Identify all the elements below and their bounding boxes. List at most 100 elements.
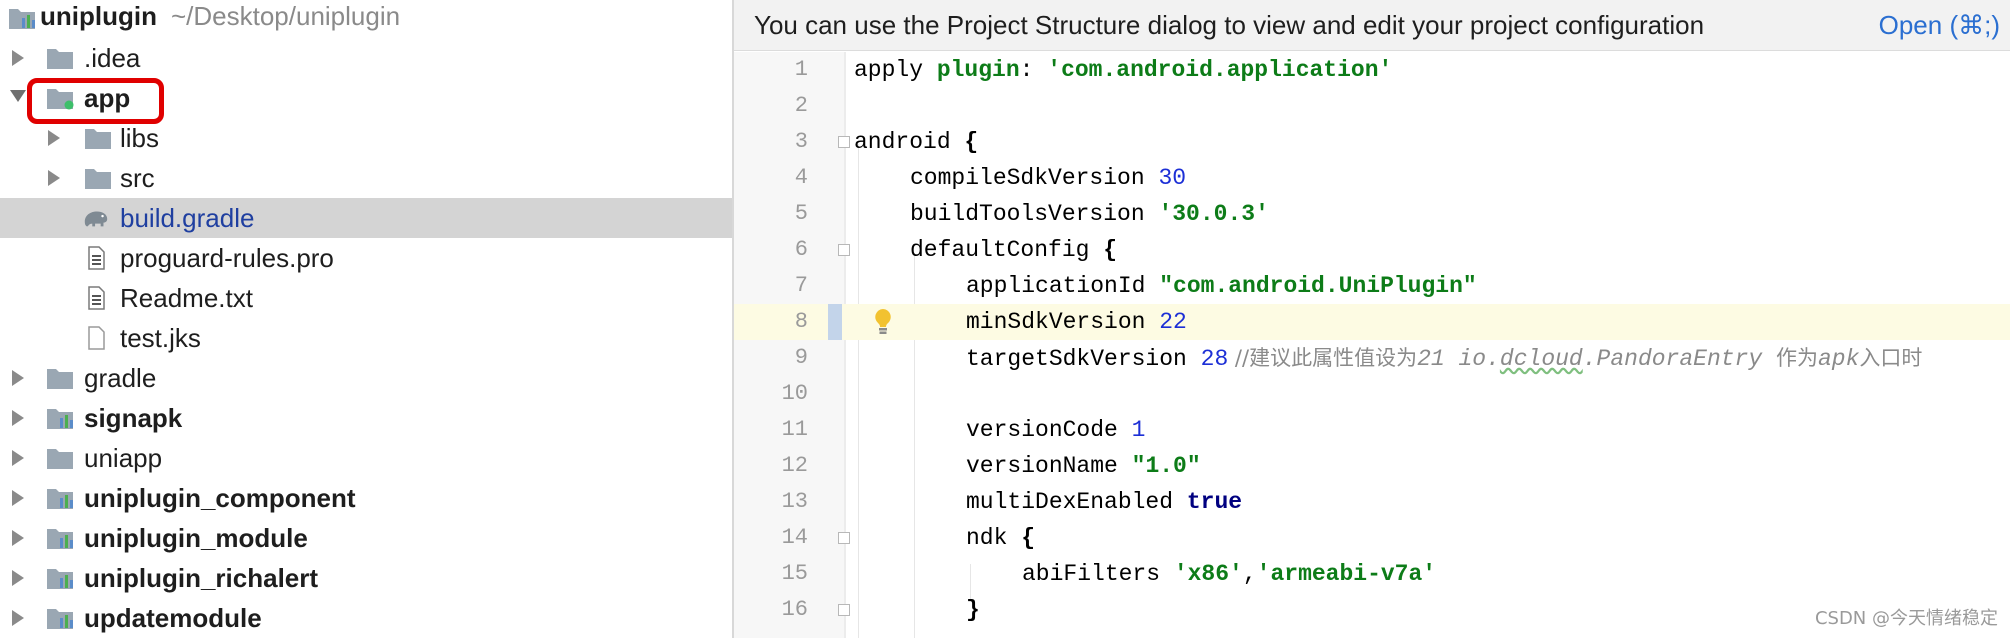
comment-token: 21 io.: [1417, 346, 1500, 372]
watermark-text: CSDN @今天情绪稳定: [1814, 608, 1998, 629]
code-text: multiDexEnabled true: [966, 484, 1242, 520]
code-line-14: 14 ndk {: [0, 520, 2010, 556]
code-text: targetSdkVersion 28 //建议此属性值设为21 io.dclo…: [966, 340, 1922, 377]
token: {: [1021, 525, 1036, 551]
line-number: 2: [794, 93, 808, 118]
token: "1.0": [1131, 453, 1201, 479]
token: compileSdkVersion: [910, 165, 1159, 191]
code-line-6: 6 defaultConfig {: [0, 232, 2010, 268]
token: 'armeabi-v7a': [1256, 561, 1437, 587]
code-text: applicationId "com.android.UniPlugin": [966, 268, 1477, 304]
token: :: [1019, 57, 1048, 83]
token: "com.android.UniPlugin": [1159, 273, 1477, 299]
code-text: }: [966, 592, 980, 628]
comment-token: apk: [1817, 346, 1860, 372]
code-text: abiFilters 'x86','armeabi-v7a': [1022, 556, 1436, 592]
line-number: 15: [781, 561, 808, 586]
code-line-13: 13 multiDexEnabled true: [0, 484, 2010, 520]
banner-text: You can use the Project Structure dialog…: [754, 10, 1705, 40]
code-text: buildToolsVersion '30.0.3': [910, 196, 1269, 232]
token: 1: [1131, 417, 1146, 443]
token: android: [854, 129, 965, 155]
code-line-11: 11 versionCode 1: [0, 412, 2010, 448]
line-number: 11: [781, 417, 808, 442]
token: 'com.android.application': [1047, 57, 1393, 83]
token: 22: [1159, 309, 1187, 335]
code-line-7: 7 applicationId "com.android.UniPlugin": [0, 268, 2010, 304]
code-text: defaultConfig {: [910, 232, 1117, 268]
open-project-structure-link[interactable]: Open (⌘;): [1879, 10, 2000, 40]
code-text: compileSdkVersion 30: [910, 160, 1186, 196]
code-text: minSdkVersion 22: [966, 304, 1187, 340]
root-name: uniplugin: [40, 1, 157, 31]
current-line-highlight: [734, 304, 2010, 340]
token: multiDexEnabled: [966, 489, 1187, 515]
fold-toggle-icon[interactable]: [838, 136, 850, 148]
token: defaultConfig: [910, 237, 1104, 263]
code-line-2: 2: [0, 88, 2010, 124]
line-number: 16: [781, 597, 808, 622]
line-number: 13: [781, 489, 808, 514]
token: {: [964, 129, 979, 155]
comment-token: dcloud: [1499, 346, 1583, 372]
code-line-8: 8 minSdkVersion 22: [0, 304, 2010, 340]
token: versionCode: [966, 417, 1132, 443]
token: ndk: [966, 525, 1022, 551]
token: '30.0.3': [1158, 201, 1269, 227]
code-line-3: 3 android {: [0, 124, 2010, 160]
code-line-12: 12 versionName "1.0": [0, 448, 2010, 484]
code-line-4: 4 compileSdkVersion 30: [0, 160, 2010, 196]
token: minSdkVersion: [966, 309, 1160, 335]
line-number: 4: [794, 165, 808, 190]
line-number: 6: [794, 237, 808, 262]
token: versionName: [966, 453, 1132, 479]
line-number: 3: [794, 129, 808, 154]
token: 30: [1158, 165, 1187, 191]
fold-toggle-icon[interactable]: [838, 532, 850, 544]
comment-token: 入口时: [1859, 346, 1923, 370]
line-number: 14: [781, 525, 808, 550]
line-number: 7: [794, 273, 808, 298]
code-text: ndk {: [966, 520, 1035, 556]
code-line-9: 9 targetSdkVersion 28 //建议此属性值设为21 io.dc…: [0, 340, 2010, 376]
code-line-16: 16 }: [0, 592, 2010, 628]
line-number: 5: [794, 201, 808, 226]
token: targetSdkVersion: [966, 346, 1201, 372]
code-line-1: 1 apply plugin: 'com.android.application…: [0, 52, 2010, 88]
comment-token: 作为: [1775, 346, 1818, 370]
token: true: [1186, 489, 1243, 515]
code-line-5: 5 buildToolsVersion '30.0.3': [0, 196, 2010, 232]
token: applicationId: [966, 273, 1160, 299]
intention-bulb-icon[interactable]: [872, 307, 894, 337]
change-marker[interactable]: [828, 304, 842, 340]
tree-row-root[interactable]: uniplugin ~/Desktop/uniplugin: [0, 0, 732, 40]
code-text: versionCode 1: [966, 412, 1145, 448]
root-path: ~/Desktop/uniplugin: [170, 1, 401, 31]
token: }: [966, 597, 980, 623]
line-number: 9: [794, 345, 808, 370]
fold-toggle-icon[interactable]: [838, 244, 850, 256]
token: 28: [1200, 346, 1229, 372]
token: 'x86': [1173, 561, 1243, 587]
line-number: 8: [794, 309, 808, 334]
token: {: [1103, 237, 1118, 263]
code-text: android {: [854, 124, 978, 160]
code-text: apply plugin: 'com.android.application': [854, 52, 1392, 88]
notification-banner: You can use the Project Structure dialog…: [734, 0, 2010, 51]
token: abiFilters: [1022, 561, 1174, 587]
code-text: versionName "1.0": [966, 448, 1201, 484]
comment-token: //建议此属性值设为: [1228, 346, 1418, 370]
token: ,: [1242, 561, 1257, 587]
line-number: 10: [781, 381, 808, 406]
token: plugin: [936, 57, 1020, 83]
line-number: 1: [794, 57, 808, 82]
code-line-15: 15 abiFilters 'x86','armeabi-v7a': [0, 556, 2010, 592]
fold-toggle-icon[interactable]: [838, 604, 850, 616]
token: apply: [854, 57, 937, 83]
code-line-10: 10: [0, 376, 2010, 412]
token: buildToolsVersion: [910, 201, 1159, 227]
line-number: 12: [781, 453, 808, 478]
module-folder-icon: [9, 9, 35, 29]
tree-root-label: uniplugin ~/Desktop/uniplugin: [40, 1, 400, 31]
comment-token: .PandoraEntry: [1582, 346, 1776, 372]
